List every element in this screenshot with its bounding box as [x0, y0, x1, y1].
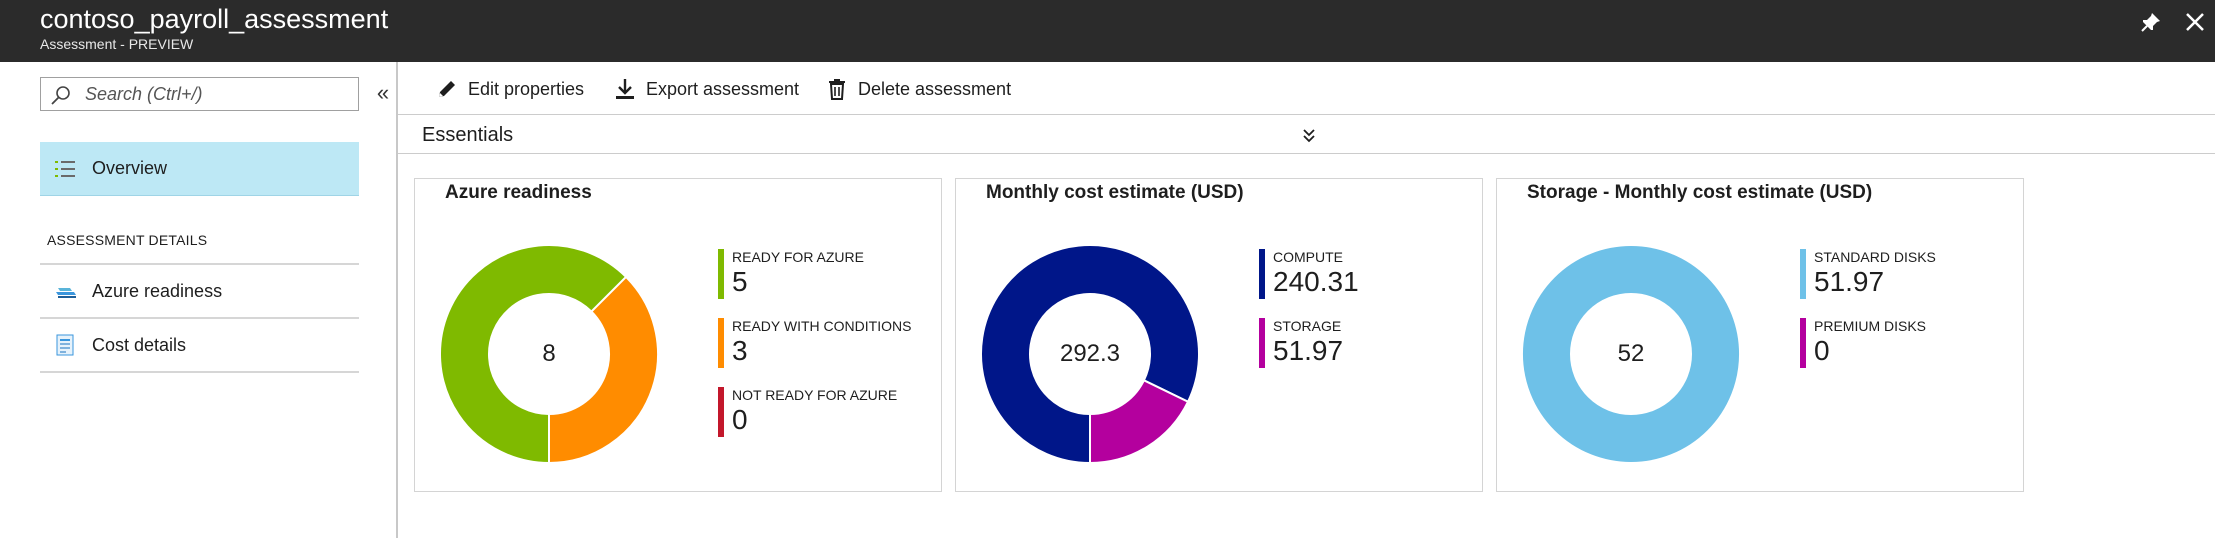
card-title: Azure readiness: [445, 182, 592, 203]
chevron-double-down-icon[interactable]: [1297, 124, 1321, 148]
legend-name: PREMIUM DISKS: [1814, 318, 1927, 334]
legend-value: 240.31: [1273, 266, 1359, 297]
legend-swatch: [1259, 318, 1265, 368]
legend-swatch: [718, 387, 724, 437]
pencil-icon: [434, 76, 460, 102]
section-header: ASSESSMENT DETAILS: [47, 232, 208, 248]
list-icon: [54, 158, 76, 180]
trash-icon: [824, 76, 850, 102]
download-icon: [612, 76, 638, 102]
legend-name: STANDARD DISKS: [1814, 249, 1936, 265]
pin-icon[interactable]: [2136, 7, 2166, 37]
edit-properties-button[interactable]: Edit properties: [434, 74, 584, 104]
sidebar-item-cost-details[interactable]: Cost details: [40, 317, 359, 371]
legend-value: 51.97: [1814, 266, 1885, 297]
legend-swatch: [1800, 249, 1806, 299]
legend-value: 0: [732, 404, 748, 435]
legend-name: READY WITH CONDITIONS: [732, 318, 912, 334]
card-title: Monthly cost estimate (USD): [986, 182, 1244, 203]
window-title: contoso_payroll_assessment: [40, 4, 389, 34]
legend-swatch: [718, 318, 724, 368]
legend-value: 3: [732, 335, 748, 366]
donut-center-value: 8: [542, 340, 556, 367]
close-icon[interactable]: [2180, 7, 2210, 37]
sidebar-item-overview[interactable]: Overview: [40, 142, 359, 196]
search-icon: [49, 84, 73, 111]
collapse-menu-icon[interactable]: «: [372, 80, 394, 106]
sidebar-item-label: Azure readiness: [92, 280, 223, 301]
legend-swatch: [1800, 318, 1806, 368]
command-bar: Edit properties Export assessment Delete…: [398, 62, 2215, 114]
donut-center-value: 292.3: [1059, 340, 1121, 367]
azure-readiness-card[interactable]: Azure readiness 8 READY FOR AZURE 5 READ…: [414, 178, 942, 492]
toolbar-divider: [398, 114, 2215, 115]
legend-name: STORAGE: [1273, 318, 1342, 334]
search-box[interactable]: [40, 77, 359, 111]
legend-name: READY FOR AZURE: [732, 249, 864, 265]
edit-properties-label: Edit properties: [468, 78, 585, 99]
window-subtitle: Assessment - PREVIEW: [40, 36, 194, 52]
legend-value: 0: [1814, 335, 1830, 366]
legend-name: NOT READY FOR AZURE: [732, 387, 898, 403]
essentials-divider: [398, 153, 2215, 154]
legend-name: COMPUTE: [1273, 249, 1343, 265]
delete-assessment-button[interactable]: Delete assessment: [824, 74, 1011, 104]
export-assessment-button[interactable]: Export assessment: [612, 74, 799, 104]
legend-swatch: [718, 249, 724, 299]
donut-center-value: 52: [1617, 340, 1645, 367]
sidebar-item-azure-readiness[interactable]: Azure readiness: [40, 263, 359, 317]
export-assessment-label: Export assessment: [646, 78, 800, 99]
storage-cost-card[interactable]: Storage - Monthly cost estimate (USD) 52…: [1496, 178, 2024, 492]
legend-value: 51.97: [1273, 335, 1344, 366]
search-input[interactable]: [85, 82, 350, 106]
azure-readiness-icon: [54, 280, 76, 302]
essentials-header[interactable]: Essentials: [422, 124, 513, 147]
legend-value: 5: [732, 266, 748, 297]
cost-details-icon: [54, 334, 76, 356]
delete-assessment-label: Delete assessment: [858, 78, 1012, 99]
sidebar-item-label: Overview: [92, 158, 168, 178]
title-bar: contoso_payroll_assessment Assessment - …: [0, 0, 2215, 62]
card-title: Storage - Monthly cost estimate (USD): [1527, 182, 1873, 203]
legend-swatch: [1259, 249, 1265, 299]
divider: [40, 371, 359, 373]
pane-divider: [396, 62, 398, 538]
resource-menu: « Overview ASSESSMENT DETAILS Azure read…: [0, 62, 397, 538]
monthly-cost-card[interactable]: Monthly cost estimate (USD) 292.3 COMPUT…: [955, 178, 1483, 492]
sidebar-item-label: Cost details: [92, 334, 187, 355]
